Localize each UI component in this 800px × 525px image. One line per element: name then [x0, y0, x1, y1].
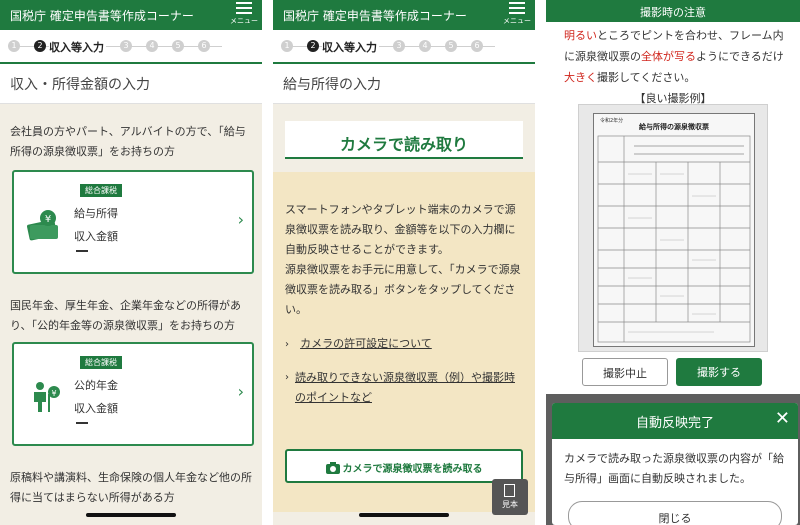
- step-3: 3: [393, 40, 405, 52]
- card-subtitle: 収入金額: [74, 402, 118, 415]
- close-icon[interactable]: ✕: [775, 408, 790, 429]
- screen-income-input: 国税庁 確定申告書等作成コーナー メニュー 1 2 収入等入力 3 4 5 6 …: [0, 0, 262, 525]
- section-title: 収入・所得金額の入力: [0, 64, 262, 104]
- step-2-current: 2: [307, 40, 319, 52]
- step-6: 6: [471, 40, 483, 52]
- chevron-right-icon: ›: [237, 210, 244, 229]
- guide-text-part: ようにできるだけ: [696, 50, 784, 63]
- camera-read-title: カメラで読み取り: [285, 121, 523, 159]
- guide-text-part: 撮影してください。: [597, 71, 696, 84]
- step-1: 1: [8, 40, 20, 52]
- salary-intro-text: 会社員の方やパート、アルバイトの方で、「給与所得の源泉徴収票」をお持ちの方: [10, 125, 246, 158]
- progress-stepper: 1 2 収入等入力 3 4 5 6: [273, 30, 535, 64]
- screen-salary-input: 国税庁 確定申告書等作成コーナー メニュー 1 2 収入等入力 3 4 5 6 …: [273, 0, 535, 525]
- document-icon: [504, 484, 515, 497]
- sample-button[interactable]: 見本: [492, 479, 528, 515]
- pension-intro-text: 国民年金、厚生年金、企業年金などの所得があり、「公的年金等の源泉徴収票」をお持ち…: [10, 299, 241, 332]
- menu-button[interactable]: メニュー: [230, 2, 258, 26]
- camera-instruction: 源泉徴収票をお手元に用意して、「カメラで源泉徴収票を読み取る」ボタンをタップして…: [285, 263, 521, 316]
- card-subtitle: 収入金額: [74, 230, 118, 243]
- photo-guide-text: 明るいところでピントを合わせ、フレーム内に源泉徴収票の全体が写るようにできるだけ…: [546, 22, 800, 88]
- modal-message: カメラで読み取った源泉徴収票の内容が「給与所得」画面に自動反映されました。: [564, 452, 784, 485]
- pension-person-icon: ¥: [34, 382, 60, 412]
- card-title: 給与所得: [74, 207, 118, 220]
- header-title: 国税庁 確定申告書等作成コーナー: [283, 9, 467, 23]
- photo-guide-header: 撮影時の注意: [546, 0, 800, 22]
- progress-stepper: 1 2 収入等入力 3 4 5 6: [0, 30, 262, 64]
- step-4: 4: [419, 40, 431, 52]
- menu-label: メニュー: [503, 17, 531, 25]
- modal-title: 自動反映完了: [635, 416, 714, 431]
- step-4: 4: [146, 40, 158, 52]
- tax-type-badge: 総合課税: [80, 356, 122, 369]
- salary-income-card[interactable]: ¥ 総合課税 給与所得 収入金額 ›: [12, 170, 254, 274]
- tax-type-badge: 総合課税: [80, 184, 122, 197]
- unreadable-examples-link[interactable]: 読み取りできない源泉徴収票（例）や撮影時のポイントなど: [295, 368, 523, 408]
- step-5: 5: [172, 40, 184, 52]
- menu-button[interactable]: メニュー: [503, 2, 531, 26]
- camera-permission-link[interactable]: カメラの許可設定について: [300, 337, 432, 350]
- step-5: 5: [445, 40, 457, 52]
- camera-icon: [325, 462, 340, 474]
- sample-label: 見本: [502, 500, 518, 509]
- hamburger-icon: [236, 2, 252, 14]
- modal-header: 自動反映完了 ✕: [552, 403, 798, 439]
- stop-shooting-button[interactable]: 撮影中止: [582, 358, 668, 386]
- highlight-bright: 明るい: [564, 29, 597, 42]
- home-indicator: [359, 513, 449, 517]
- camera-read-button[interactable]: カメラで源泉徴収票を読み取る: [285, 449, 523, 483]
- svg-text:¥: ¥: [45, 214, 51, 225]
- svg-text:¥: ¥: [51, 389, 56, 398]
- step-6: 6: [198, 40, 210, 52]
- withholding-slip-image: 令和2年分 給与所得の源泉徴収票: [593, 113, 755, 347]
- card-title: 公的年金: [74, 379, 118, 392]
- close-button[interactable]: 閉じる: [568, 501, 782, 525]
- amount-empty-dash: [76, 250, 88, 252]
- amount-empty-dash: [76, 422, 88, 424]
- pension-income-card[interactable]: ¥ 総合課税 公的年金 収入金額 ›: [12, 342, 254, 446]
- misc-intro-text: 原稿料や講演料、生命保険の個人年金など他の所得に当てはまらない所得がある方: [10, 471, 252, 504]
- menu-label: メニュー: [230, 17, 258, 25]
- step-3: 3: [120, 40, 132, 52]
- step-current-label: 収入等入力: [49, 39, 106, 55]
- shoot-button[interactable]: 撮影する: [676, 358, 762, 386]
- step-current-label: 収入等入力: [322, 39, 379, 55]
- sample-photo: 令和2年分 給与所得の源泉徴収票: [578, 104, 768, 352]
- chevron-right-icon: ›: [285, 339, 289, 350]
- salary-card-icon: ¥: [27, 210, 58, 241]
- app-header: 国税庁 確定申告書等作成コーナー メニュー: [0, 0, 262, 30]
- highlight-large: 大きく: [564, 71, 597, 84]
- screen-photo-guide: 撮影時の注意 明るいところでピントを合わせ、フレーム内に源泉徴収票の全体が写るよ…: [546, 0, 800, 525]
- slip-grid-lines: [597, 135, 751, 343]
- app-header: 国税庁 確定申告書等作成コーナー メニュー: [273, 0, 535, 30]
- chevron-right-icon: ›: [237, 382, 244, 401]
- auto-reflect-modal: 自動反映完了 ✕ カメラで読み取った源泉徴収票の内容が「給与所得」画面に自動反映…: [552, 403, 798, 525]
- header-title: 国税庁 確定申告書等作成コーナー: [10, 9, 194, 23]
- step-2-current: 2: [34, 40, 46, 52]
- camera-button-label: カメラで源泉徴収票を読み取る: [342, 464, 483, 475]
- camera-description: スマートフォンやタブレット端末のカメラで源泉徴収票を読み取り、金額等を以下の入力…: [285, 203, 516, 256]
- section-title: 給与所得の入力: [273, 64, 535, 104]
- chevron-right-icon: ›: [285, 372, 289, 383]
- highlight-whole: 全体が写る: [641, 50, 696, 63]
- step-1: 1: [281, 40, 293, 52]
- hamburger-icon: [509, 2, 525, 14]
- home-indicator: [86, 513, 176, 517]
